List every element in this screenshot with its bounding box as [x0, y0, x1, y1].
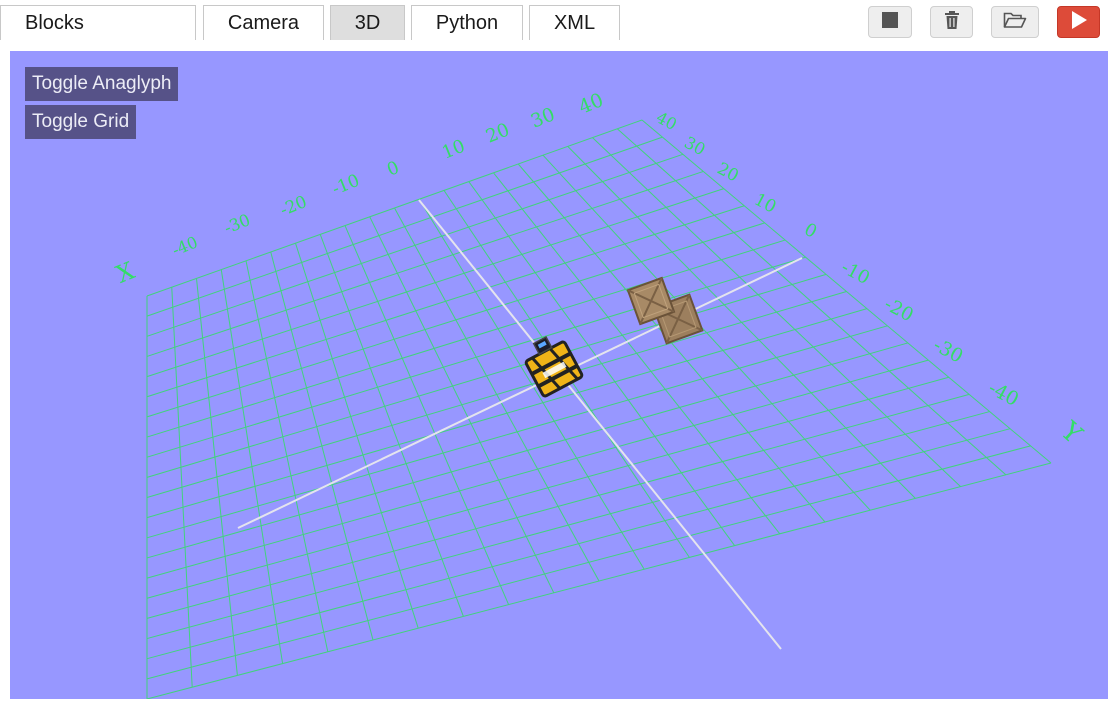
- tick-label: 30: [681, 133, 708, 160]
- tick-label: -40: [169, 232, 200, 259]
- trash-button[interactable]: [930, 6, 973, 38]
- tick-label: 10: [439, 136, 468, 164]
- grid-line: [146, 445, 1031, 680]
- tab-python-label: Python: [435, 11, 499, 34]
- crate-stack: [626, 276, 704, 345]
- tick-label: -20: [277, 191, 310, 220]
- toggle-anaglyph-button[interactable]: Toggle Anaglyph: [25, 67, 179, 101]
- stop-button[interactable]: [868, 6, 912, 38]
- tick-label: 0: [801, 220, 820, 243]
- scene-canvas: -40-30-20-100102030 40 403020100-10-20-30…: [112, 88, 1088, 699]
- axis-line: [418, 199, 782, 650]
- open-button[interactable]: [991, 6, 1039, 38]
- grid-line: [146, 428, 1011, 660]
- grid-line: [146, 411, 990, 640]
- tick-label: 20: [483, 119, 513, 147]
- grid-line: [641, 119, 1052, 464]
- tab-camera[interactable]: Camera: [203, 5, 324, 40]
- tab-blocks[interactable]: Blocks: [0, 5, 196, 40]
- run-button[interactable]: [1057, 6, 1100, 38]
- toggle-grid-button[interactable]: Toggle Grid: [25, 105, 137, 139]
- tick-label: 0: [384, 158, 402, 181]
- tick-label: -20: [881, 294, 917, 326]
- trash-icon: [943, 10, 961, 35]
- y-axis-ticks: 403020 10 0 -10-20 -30 -40: [653, 108, 1023, 411]
- 3d-viewport[interactable]: -40 -30 -20 -10 0 10 20 30 40 40 30 20 10 0 -10 -20 -30…: [10, 51, 1108, 699]
- tab-xml-label: XML: [553, 11, 596, 34]
- tab-xml[interactable]: XML: [529, 5, 620, 40]
- tab-blocks-label: Blocks: [25, 11, 84, 34]
- tick-label: -30: [930, 335, 967, 368]
- tick-label: -10: [329, 171, 362, 200]
- tick-label: -10: [838, 257, 873, 289]
- tick-label: 20: [714, 158, 742, 186]
- tab-3d-label: 3D: [354, 11, 381, 34]
- tick-label: -30: [221, 210, 253, 238]
- folder-open-icon: [1003, 11, 1027, 34]
- stop-icon: [881, 11, 899, 34]
- robot-model: [524, 335, 584, 398]
- tick-label: 40: [653, 108, 680, 134]
- y-axis-label: Y: [1054, 415, 1088, 450]
- tab-camera-label: Camera: [227, 11, 300, 34]
- tick-label: 10: [751, 190, 780, 218]
- tick-label: -40: [985, 376, 1023, 411]
- tick-label: 40: [575, 88, 606, 118]
- x-axis-label: X: [112, 256, 138, 288]
- tab-python[interactable]: Python: [411, 5, 523, 40]
- play-icon: [1070, 10, 1088, 35]
- x-axis-ticks: -40 -30 -20 -10 0 10 20 30 40: [169, 88, 606, 260]
- tab-3d[interactable]: 3D: [330, 5, 405, 40]
- tick-label: 30: [528, 104, 558, 132]
